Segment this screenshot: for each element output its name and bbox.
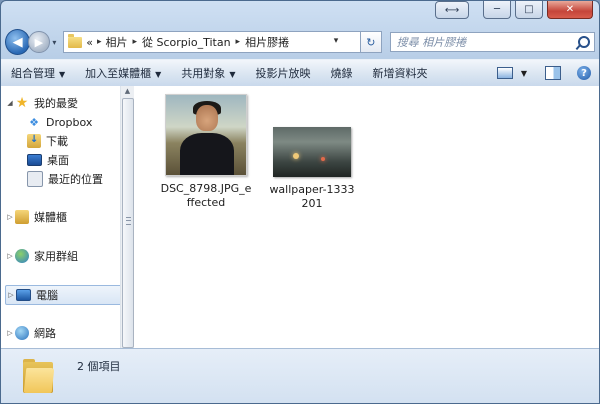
breadcrumb-separator[interactable]: ▸ — [236, 37, 241, 47]
sidebar-item-label: 媒體櫃 — [34, 211, 67, 224]
sidebar-item-label: 桌面 — [47, 154, 69, 167]
content-area: ◢ ★ 我的最愛 ❖ Dropbox 下載 桌面 最近的位置 ▷ — [1, 86, 599, 348]
network-icon — [15, 326, 29, 340]
sidebar-item-network[interactable]: ▷ 網路 — [1, 324, 56, 342]
sidebar-item-desktop[interactable]: 桌面 — [27, 151, 69, 169]
homegroup-icon — [15, 249, 29, 263]
dropbox-icon: ❖ — [29, 115, 39, 129]
breadcrumb-from-scorpio[interactable]: 從 Scorpio_Titan — [142, 34, 231, 50]
sidebar-item-downloads[interactable]: 下載 — [27, 132, 68, 150]
breadcrumb-overflow[interactable]: « — [86, 36, 93, 49]
search-icon[interactable] — [578, 36, 591, 48]
breadcrumb-separator[interactable]: ▸ — [133, 37, 138, 47]
share-with-menu[interactable]: 共用對象 ▼ — [171, 65, 245, 81]
sidebar-item-label: 網路 — [34, 327, 56, 340]
file-name: DSC_8798.JPG_effected — [160, 182, 252, 209]
address-bar[interactable]: « ▸ 相片 ▸ 從 Scorpio_Titan ▸ 相片膠捲 ▾ — [63, 31, 362, 53]
sidebar-item-computer[interactable]: ▷ 電腦 — [5, 285, 131, 305]
sidebar-item-label: 家用群組 — [34, 250, 78, 263]
command-bar: 組合管理 ▼ 加入至媒體櫃 ▼ 共用對象 ▼ 投影片放映 燒錄 新增資料夾 ▼ ? — [1, 59, 599, 87]
navigation-scrollbar[interactable]: ▲ — [120, 86, 134, 348]
expand-button[interactable]: ⟷ — [435, 1, 469, 19]
navigation-pane: ◢ ★ 我的最愛 ❖ Dropbox 下載 桌面 最近的位置 ▷ — [1, 86, 134, 348]
toolbar-right: ▼ ? — [496, 66, 599, 80]
sidebar-item-label: 下載 — [46, 135, 68, 148]
breadcrumb-camera-roll[interactable]: 相片膠捲 — [245, 34, 289, 50]
help-icon[interactable]: ? — [577, 66, 591, 80]
slideshow-button[interactable]: 投影片放映 — [245, 65, 320, 81]
breadcrumb-photos[interactable]: 相片 — [106, 34, 128, 50]
organize-menu[interactable]: 組合管理 ▼ — [1, 65, 75, 81]
chevron-down-icon: ▼ — [155, 70, 162, 79]
folder-icon — [68, 33, 83, 48]
expand-icon[interactable]: ▷ — [6, 291, 16, 299]
burn-button[interactable]: 燒錄 — [320, 65, 362, 81]
scroll-up-icon[interactable]: ▲ — [121, 87, 134, 95]
details-pane: 2 個項目 — [1, 348, 599, 403]
sidebar-item-dropbox[interactable]: ❖ Dropbox — [27, 113, 92, 131]
maximize-button[interactable]: □ — [515, 1, 543, 19]
back-button[interactable]: ◀ — [5, 29, 31, 55]
folder-icon — [23, 359, 55, 393]
sidebar-item-label: 最近的位置 — [48, 173, 103, 186]
chevron-down-icon: ▼ — [229, 70, 236, 79]
refresh-button[interactable]: ↻ — [361, 31, 382, 53]
libraries-icon — [15, 210, 29, 224]
file-item[interactable]: wallpaper-1333201 — [266, 112, 358, 211]
sidebar-item-label: 電腦 — [36, 289, 58, 302]
preview-pane-icon[interactable] — [545, 66, 561, 80]
search-placeholder: 搜尋 相片膠捲 — [396, 36, 467, 49]
navigation-bar: ◀ ▶ ▾ « ▸ 相片 ▸ 從 Scorpio_Titan ▸ 相片膠捲 ▾ … — [5, 28, 596, 56]
chevron-down-icon: ▼ — [59, 70, 66, 79]
minimize-button[interactable]: ─ — [483, 1, 511, 19]
forward-button[interactable]: ▶ — [28, 31, 50, 53]
sidebar-item-recent-places[interactable]: 最近的位置 — [27, 170, 103, 188]
sidebar-item-homegroup[interactable]: ▷ 家用群組 — [1, 247, 78, 265]
breadcrumb-separator: ▸ — [96, 37, 102, 47]
search-input[interactable]: 搜尋 相片膠捲 — [389, 32, 596, 52]
new-folder-button[interactable]: 新增資料夾 — [362, 65, 437, 81]
address-dropdown-icon[interactable]: ▾ — [334, 36, 339, 46]
close-button[interactable]: ✕ — [547, 1, 593, 19]
file-item[interactable]: DSC_8798.JPG_effected — [160, 94, 252, 210]
scrollbar-thumb[interactable] — [122, 98, 134, 348]
sidebar-item-favorites[interactable]: ◢ ★ 我的最愛 — [1, 94, 78, 112]
expand-icon[interactable]: ▷ — [5, 213, 15, 221]
expand-icon[interactable]: ▷ — [5, 252, 15, 260]
change-view-icon[interactable] — [496, 67, 513, 79]
grip-icon — [126, 217, 131, 225]
computer-icon — [16, 289, 31, 301]
explorer-window: ⟷ ─ □ ✕ ◀ ▶ ▾ « ▸ 相片 ▸ 從 Scorpio_Titan ▸… — [0, 0, 600, 404]
sidebar-item-libraries[interactable]: ▷ 媒體櫃 — [1, 208, 67, 226]
caption-buttons: ⟷ ─ □ ✕ — [435, 1, 593, 19]
recent-pages-dropdown[interactable]: ▾ — [50, 38, 60, 47]
star-icon: ★ — [15, 95, 29, 111]
desktop-icon — [27, 154, 42, 166]
sidebar-item-label: 我的最愛 — [34, 97, 78, 110]
recent-places-icon — [27, 171, 43, 187]
view-options-chevron-icon[interactable]: ▼ — [521, 69, 527, 78]
item-count: 2 個項目 — [77, 360, 121, 373]
sidebar-item-label: Dropbox — [46, 115, 93, 129]
file-list: DSC_8798.JPG_effected wallpaper-1333201 — [134, 86, 599, 348]
collapse-icon[interactable]: ◢ — [5, 99, 15, 107]
photo-thumbnail — [165, 94, 247, 176]
downloads-icon — [27, 134, 41, 148]
wallpaper-thumbnail — [273, 127, 351, 177]
add-to-library-menu[interactable]: 加入至媒體櫃 ▼ — [75, 65, 171, 81]
file-name: wallpaper-1333201 — [269, 183, 355, 210]
expand-icon[interactable]: ▷ — [5, 329, 15, 337]
